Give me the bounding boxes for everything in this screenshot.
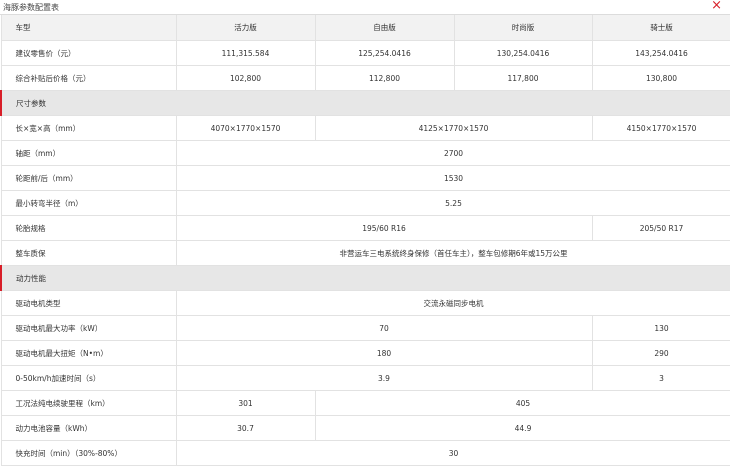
table-row: 最小转弯半径（m） 5.25 [0,190,730,216]
cell-value: 111,315.584 [175,40,316,66]
row-label: 轮距前/后（mm） [0,165,177,191]
table-row: 轮胎规格 195/60 R16 205/50 R17 [0,215,730,241]
cell-value: 130,800 [591,65,730,91]
model-ziyou: 自由版 [314,15,455,41]
cell-value: 130,254.0416 [453,40,593,66]
cell-value: 112,800 [314,65,455,91]
window-title: 海豚参数配置表 [3,3,59,12]
cell-value: 405 [314,390,730,416]
table-row: 动力电池容量（kWh） 30.7 44.9 [0,415,730,441]
cell-value: 4070×1770×1570 [175,115,316,141]
table-row: 整车质保 非营运车三电系统终身保修（首任车主），整车包修期6年或15万公里 [0,240,730,266]
cell-value: 143,254.0416 [591,40,730,66]
row-label: 轴距（mm） [0,140,177,166]
row-label: 长×宽×高（mm） [0,115,177,141]
row-label: 建议零售价（元） [0,40,177,66]
table-row: 0-50km/h加速时间（s） 3.9 3 [0,365,730,391]
close-icon[interactable]: × [711,0,722,13]
row-label: 驱动电机类型 [0,290,177,316]
cell-value: 44.9 [314,415,730,441]
header-label: 车型 [0,15,177,41]
cell-value: 195/60 R16 [175,215,593,241]
cell-value: 4150×1770×1570 [591,115,730,141]
row-label: 驱动电机最大功率（kW） [0,315,177,341]
section-header-power: 动力性能 [0,265,730,291]
table-row: 长×宽×高（mm） 4070×1770×1570 4125×1770×1570 … [0,115,730,141]
row-label: 整车质保 [0,240,177,266]
cell-value: 102,800 [175,65,316,91]
cell-value: 180 [175,340,593,366]
cell-value: 205/50 R17 [591,215,730,241]
section-title: 动力性能 [0,265,730,291]
table-row: 驱动电机最大功率（kW） 70 130 [0,315,730,341]
table-row: 建议零售价（元） 111,315.584 125,254.0416 130,25… [0,40,730,66]
cell-value: 290 [591,340,730,366]
model-shishang: 时尚版 [453,15,593,41]
table-row: 轴距（mm） 2700 [0,140,730,166]
cell-value: 3.9 [175,365,593,391]
cell-value: 30 [175,440,730,466]
row-label: 最小转弯半径（m） [0,190,177,216]
table-row: 工况法纯电续驶里程（km） 301 405 401 [0,390,730,416]
table-row: 快充时间（min）（30%-80%） 30 [0,440,730,466]
table-row: 驱动电机最大扭矩（N•m） 180 290 [0,340,730,366]
table-row: 驱动电机类型 交流永磁同步电机 [0,290,730,316]
section-header-size: 尺寸参数 [0,90,730,116]
cell-value: 2700 [175,140,730,166]
row-label: 动力电池容量（kWh） [0,415,177,441]
cell-value: 125,254.0416 [314,40,455,66]
section-title: 尺寸参数 [0,90,730,116]
row-label: 工况法纯电续驶里程（km） [0,390,177,416]
row-label: 驱动电机最大扭矩（N•m） [0,340,177,366]
row-label: 快充时间（min）（30%-80%） [0,440,177,466]
row-label: 轮胎规格 [0,215,177,241]
cell-value: 4125×1770×1570 [314,115,593,141]
model-huoli: 活力版 [175,15,316,41]
cell-value: 301 [175,390,316,416]
row-label: 0-50km/h加速时间（s） [0,365,177,391]
cell-value: 117,800 [453,65,593,91]
cell-value: 1530 [175,165,730,191]
cell-value: 30.7 [175,415,316,441]
row-label: 综合补贴后价格（元） [0,65,177,91]
cell-value: 非营运车三电系统终身保修（首任车主），整车包修期6年或15万公里 [175,240,730,266]
cell-value: 70 [175,315,593,341]
window-titlebar: 海豚参数配置表 × [0,0,730,15]
table-row: 轮距前/后（mm） 1530 [0,165,730,191]
header-row: 车型 活力版 自由版 时尚版 骑士版 [0,15,730,41]
table-row: 综合补贴后价格（元） 102,800 112,800 117,800 130,8… [0,65,730,91]
spec-table: 车型 活力版 自由版 时尚版 骑士版 建议零售价（元） 111,315.584 … [0,15,730,466]
cell-value: 5.25 [175,190,730,216]
cell-value: 交流永磁同步电机 [175,290,730,316]
cell-value: 3 [591,365,730,391]
cell-value: 130 [591,315,730,341]
model-qishi: 骑士版 [591,15,730,41]
